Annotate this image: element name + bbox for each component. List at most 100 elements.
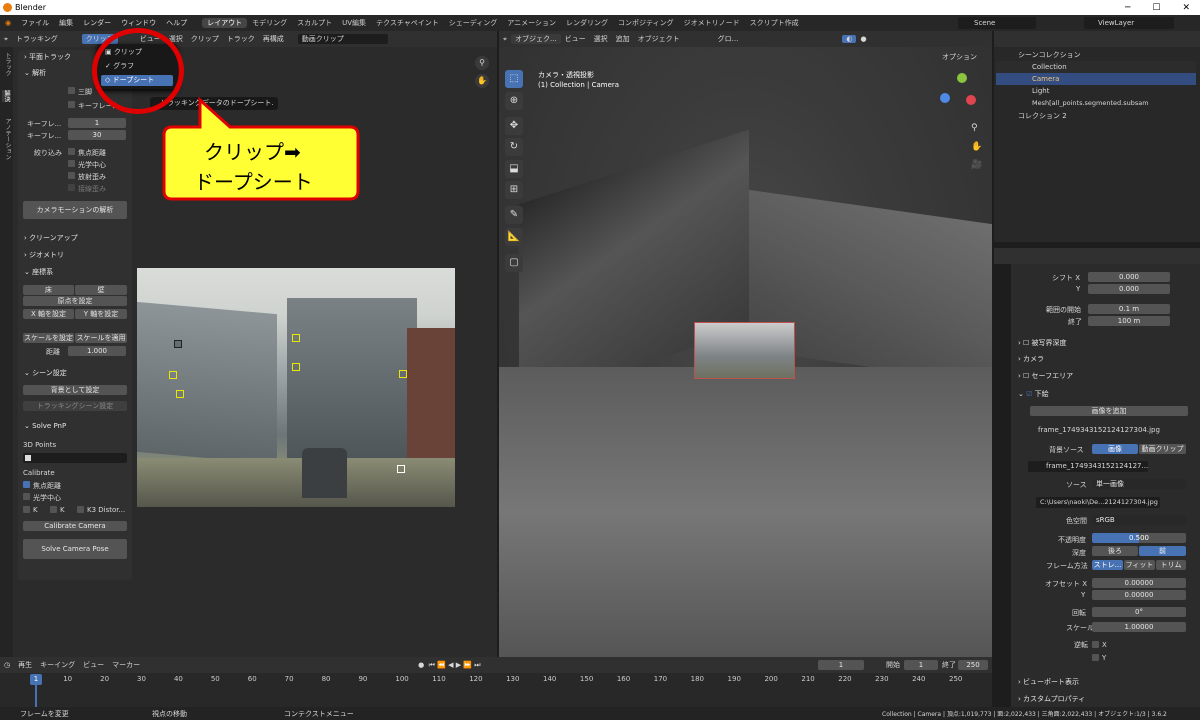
viewlayer-selector[interactable]: ViewLayer xyxy=(1084,17,1174,29)
bg-frame-name[interactable]: frame_1749343152124127304.jpg xyxy=(1038,426,1160,434)
minimize-button[interactable]: ─ xyxy=(1125,3,1130,13)
background-images-header[interactable]: ⌄ ☑ 下絵 xyxy=(1018,389,1049,399)
orientation-header[interactable]: ⌄ 座標系 xyxy=(24,267,53,277)
scale-field[interactable]: 1.00000 xyxy=(1092,622,1186,632)
tab-texture-paint[interactable]: テクスチャペイント xyxy=(371,18,444,28)
frame-fit-button[interactable]: フィット xyxy=(1124,560,1155,570)
transform-tool-icon[interactable]: ⊞ xyxy=(505,181,523,199)
outliner-camera[interactable]: Camera xyxy=(996,73,1196,85)
measure-tool-icon[interactable]: 📐 xyxy=(505,228,523,246)
image-source-button[interactable]: 画像 xyxy=(1092,444,1138,454)
track-marker[interactable] xyxy=(176,390,184,398)
refine-optical-checkbox[interactable] xyxy=(68,160,75,167)
calibrate-optical-checkbox[interactable] xyxy=(23,493,30,500)
menu-help[interactable]: ヘルプ xyxy=(161,18,192,28)
editor-type-icon[interactable]: ⌖ xyxy=(0,35,12,44)
setup-tracking-scene-button[interactable]: トラッキングシーン設定 xyxy=(23,401,127,411)
menu-edit[interactable]: 編集 xyxy=(54,18,78,28)
opacity-field[interactable]: 0.500 xyxy=(1092,533,1186,543)
object-mode-dropdown[interactable]: オブジェク... xyxy=(510,34,561,44)
clip-start-field[interactable]: 0.1 m xyxy=(1088,304,1170,314)
floor-button[interactable]: 床 xyxy=(23,285,74,295)
vp-menu-object[interactable]: オブジェクト xyxy=(634,34,684,44)
camera-header[interactable]: › カメラ xyxy=(1018,354,1044,364)
tab-track[interactable]: トラック xyxy=(3,52,12,76)
viewport-options[interactable]: オプション xyxy=(942,52,977,62)
outliner-collection-2[interactable]: コレクション 2 xyxy=(996,110,1196,122)
scene-setup-header[interactable]: ⌄ シーン設定 xyxy=(24,368,67,378)
colorspace-dropdown[interactable]: sRGB xyxy=(1092,515,1186,525)
add-image-button[interactable]: 画像を追加 xyxy=(1030,406,1188,416)
scale-tool-icon[interactable]: ⬓ xyxy=(505,160,523,178)
editor-type-3d-icon[interactable]: ⌖ xyxy=(499,35,511,44)
outliner-light[interactable]: Light xyxy=(996,85,1196,97)
solve-camera-pose-button[interactable]: Solve Camera Pose xyxy=(23,539,127,559)
vp-menu-view[interactable]: ビュー xyxy=(561,34,590,44)
depth-front-button[interactable]: 前 xyxy=(1139,546,1186,556)
rotate-tool-icon[interactable]: ↻ xyxy=(505,138,523,156)
plane-track-header[interactable]: › 平面トラック xyxy=(24,52,71,62)
rotation-field[interactable]: 0° xyxy=(1092,607,1186,617)
camera-background-image[interactable] xyxy=(694,322,795,379)
movie-clip-source-button[interactable]: 動画クリップ xyxy=(1139,444,1186,454)
menu-window[interactable]: ウィンドウ xyxy=(116,18,161,28)
tab-rendering[interactable]: レンダリング xyxy=(561,18,613,28)
geometry-header[interactable]: › ジオメトリ xyxy=(24,250,64,260)
image-datablock[interactable]: frame_1749343152124127... xyxy=(1028,461,1148,472)
nav-gizmo-x-icon[interactable] xyxy=(966,95,976,105)
mode-dropdown[interactable]: トラッキング xyxy=(12,34,62,44)
scene-selector[interactable]: Scene xyxy=(958,17,1036,29)
outliner-scene-collection[interactable]: シーンコレクション xyxy=(996,49,1196,61)
shading-icon[interactable]: ● xyxy=(856,35,870,43)
apply-scale-button[interactable]: スケールを適用 xyxy=(75,333,127,343)
start-frame-field[interactable]: 1 xyxy=(904,660,938,670)
solve-camera-motion-button[interactable]: カメラモーションの解析 xyxy=(23,201,127,219)
custom-props-header[interactable]: › カスタムプロパティ xyxy=(1018,694,1085,704)
keyframe-a-field[interactable]: 1 xyxy=(68,118,126,128)
tab-geometry-nodes[interactable]: ジオメトリノード xyxy=(679,18,745,28)
menu-track[interactable]: トラック xyxy=(223,34,259,44)
dof-header[interactable]: › ☐ 被写界深度 xyxy=(1018,338,1067,348)
timeline-menu-view[interactable]: ビュー xyxy=(79,660,108,670)
safe-areas-header[interactable]: › ☐ セーフエリア xyxy=(1018,371,1073,381)
annotate-tool-icon[interactable]: ✎ xyxy=(505,206,523,224)
flip-x-checkbox[interactable] xyxy=(1092,641,1099,648)
filepath-field[interactable]: C:\Users\naoki\De...2124127304.jpg xyxy=(1036,497,1160,508)
refine-focal-checkbox[interactable] xyxy=(68,148,75,155)
shift-y-field[interactable]: 0.000 xyxy=(1088,284,1170,294)
solve-pnp-header[interactable]: ⌄ Solve PnP xyxy=(24,422,66,430)
viewport-area[interactable] xyxy=(499,47,992,657)
vp-zoom-icon[interactable]: ⚲ xyxy=(971,123,978,133)
clip-end-field[interactable]: 100 m xyxy=(1088,316,1170,326)
track-marker[interactable] xyxy=(292,334,300,342)
set-y-axis-button[interactable]: Y 軸を設定 xyxy=(75,309,127,319)
end-frame-field[interactable]: 250 xyxy=(958,660,988,670)
cleanup-header[interactable]: › クリーンアップ xyxy=(24,233,78,243)
timeline-menu-marker[interactable]: マーカー xyxy=(108,660,144,670)
clip-footage[interactable] xyxy=(137,268,455,507)
vp-pan-icon[interactable]: ✋ xyxy=(971,142,982,152)
nav-gizmo-z-icon[interactable] xyxy=(940,93,950,103)
set-as-background-button[interactable]: 背景として設定 xyxy=(23,385,127,395)
vp-menu-select[interactable]: 選択 xyxy=(590,34,612,44)
points-3d-field[interactable] xyxy=(23,453,127,463)
tab-animation[interactable]: アニメーション xyxy=(502,18,561,28)
frame-crop-button[interactable]: トリム xyxy=(1156,560,1186,570)
set-origin-button[interactable]: 原点を設定 xyxy=(23,296,127,306)
depth-back-button[interactable]: 後ろ xyxy=(1092,546,1138,556)
refine-tangential-checkbox[interactable] xyxy=(68,184,75,191)
set-scale-button[interactable]: スケールを設定 xyxy=(23,333,74,343)
outliner-mesh[interactable]: Mesh[all_points.segmented.subsam xyxy=(996,97,1196,109)
current-frame-field[interactable]: 1 xyxy=(818,660,864,670)
nav-gizmo-y-icon[interactable] xyxy=(957,73,967,83)
cursor-tool-icon[interactable]: ⊕ xyxy=(505,92,523,110)
tab-modeling[interactable]: モデリング xyxy=(247,18,292,28)
timeline-menu-keying[interactable]: キーイング xyxy=(36,660,79,670)
flip-y-checkbox[interactable] xyxy=(1092,654,1099,661)
keyframe-b-field[interactable]: 30 xyxy=(68,130,126,140)
playback-controls[interactable]: ● ⏮ ⏪ ◀ ▶ ⏩ ⏭ xyxy=(414,661,484,670)
vp-camera-view-icon[interactable]: 🎥 xyxy=(971,160,982,170)
track-marker[interactable] xyxy=(174,340,182,348)
calibrate-camera-button[interactable]: Calibrate Camera xyxy=(23,521,127,531)
set-x-axis-button[interactable]: X 軸を設定 xyxy=(23,309,74,319)
